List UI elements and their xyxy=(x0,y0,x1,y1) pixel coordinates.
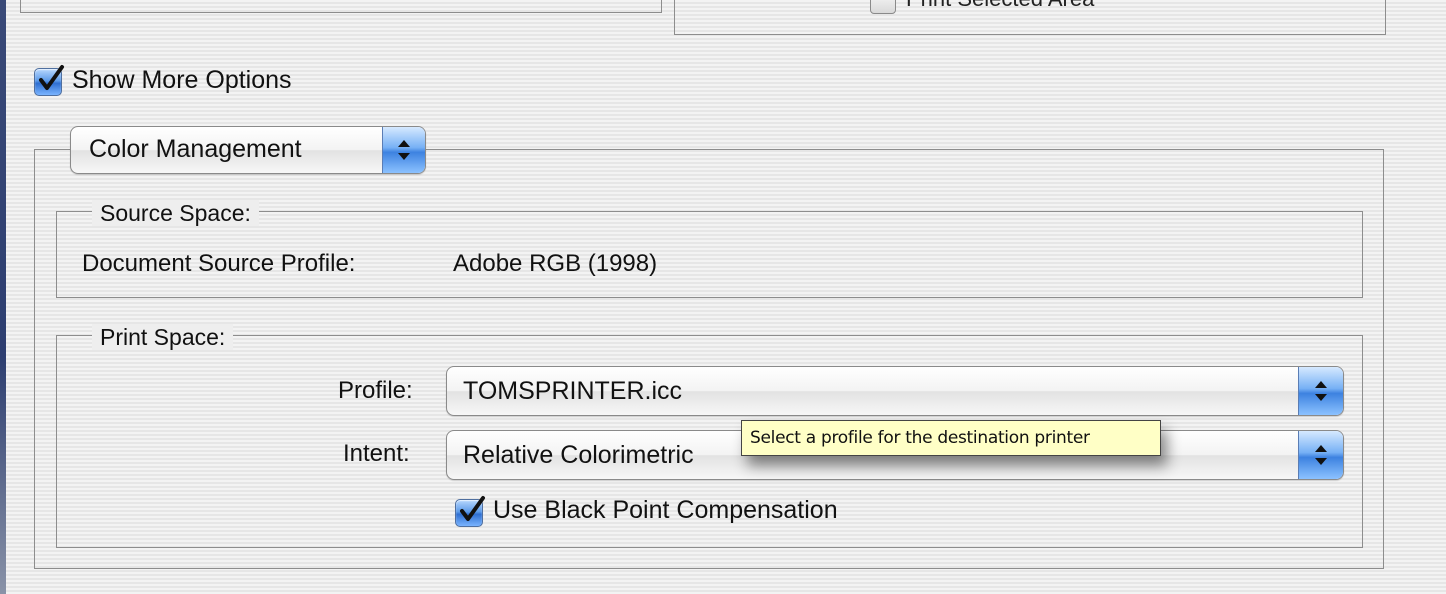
profile-tooltip: Select a profile for the destination pri… xyxy=(741,420,1161,456)
profile-popup-value: TOMSPRINTER.icc xyxy=(463,377,682,405)
black-point-compensation-label: Use Black Point Compensation xyxy=(493,496,838,524)
checkmark-icon xyxy=(460,496,485,521)
intent-label: Intent: xyxy=(343,440,410,467)
top-left-group-box xyxy=(20,0,662,13)
updown-arrows-icon xyxy=(398,140,410,160)
profile-label: Profile: xyxy=(338,377,413,404)
show-more-options-checkbox[interactable] xyxy=(34,65,64,96)
black-point-compensation-checkbox[interactable] xyxy=(455,496,485,527)
checkmark-icon xyxy=(39,65,64,90)
document-source-profile-value: Adobe RGB (1998) xyxy=(453,250,658,277)
section-select-value: Color Management xyxy=(89,135,302,163)
updown-arrows-icon xyxy=(1315,445,1327,465)
window-left-edge xyxy=(0,0,6,594)
source-space-legend: Source Space: xyxy=(92,200,259,226)
intent-popup-value: Relative Colorimetric xyxy=(463,441,694,469)
show-more-options-label: Show More Options xyxy=(72,66,292,94)
intent-popup-arrows xyxy=(1298,431,1343,479)
section-select-arrows xyxy=(382,127,425,173)
print-selected-area-checkbox[interactable] xyxy=(870,0,896,14)
profile-popup-arrows xyxy=(1298,367,1343,415)
print-selected-area-label: Print Selected Area xyxy=(906,0,1094,12)
section-select-popup[interactable]: Color Management xyxy=(70,126,426,174)
document-source-profile-label: Document Source Profile: xyxy=(82,250,356,277)
profile-popup[interactable]: TOMSPRINTER.icc xyxy=(446,366,1344,416)
updown-arrows-icon xyxy=(1315,381,1327,401)
print-space-legend: Print Space: xyxy=(92,324,234,350)
